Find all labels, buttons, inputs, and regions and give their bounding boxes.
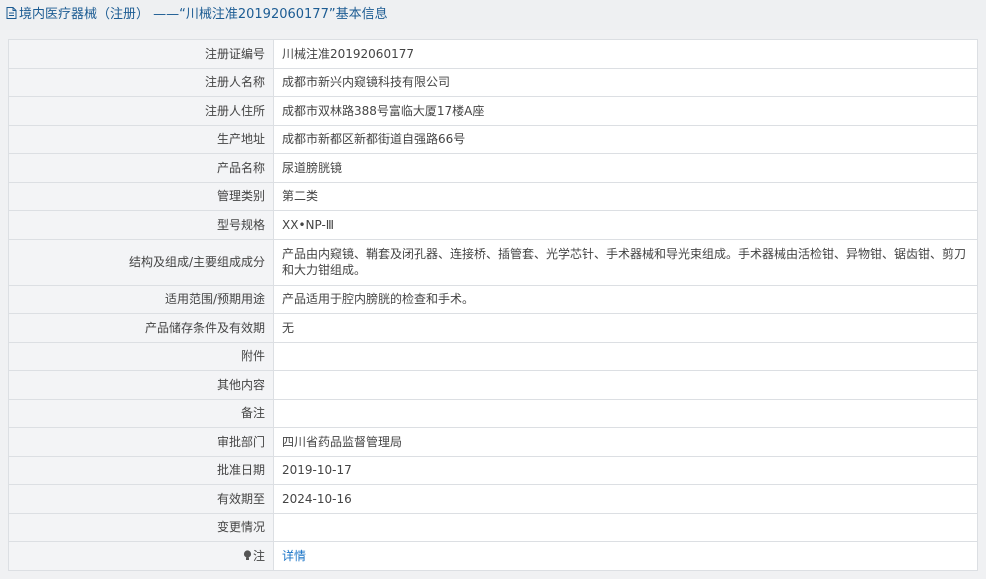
note-label-cell: 注 — [8, 541, 274, 571]
row-value: 产品适用于腔内膀胱的检查和手术。 — [273, 284, 978, 314]
row-value: XX•NP-Ⅲ — [273, 210, 978, 240]
row-label: 适用范围/预期用途 — [8, 284, 274, 314]
table-row: 产品名称 尿道膀胱镜 — [8, 153, 978, 183]
row-label: 产品储存条件及有效期 — [8, 313, 274, 343]
row-value: 尿道膀胱镜 — [273, 153, 978, 183]
table-row: 生产地址 成都市新都区新都街道自强路66号 — [8, 124, 978, 154]
row-value: 成都市新兴内窥镜科技有限公司 — [273, 67, 978, 97]
row-value: 川械注准20192060177 — [273, 39, 978, 69]
row-label: 变更情况 — [8, 512, 274, 542]
table-row: 有效期至 2024-10-16 — [8, 484, 978, 514]
note-row: 注 详情 — [8, 541, 978, 571]
row-label: 备注 — [8, 398, 274, 428]
table-row: 审批部门 四川省药品监督管理局 — [8, 427, 978, 457]
table-row: 注册证编号 川械注准20192060177 — [8, 39, 978, 69]
table-row: 型号规格 XX•NP-Ⅲ — [8, 210, 978, 240]
row-label: 生产地址 — [8, 124, 274, 154]
document-icon — [6, 7, 17, 19]
table-row: 注册人名称 成都市新兴内窥镜科技有限公司 — [8, 67, 978, 97]
table-row: 注册人住所 成都市双林路388号富临大厦17楼A座 — [8, 96, 978, 126]
row-value: 四川省药品监督管理局 — [273, 427, 978, 457]
table-row: 变更情况 — [8, 512, 978, 542]
row-label: 管理类别 — [8, 181, 274, 211]
table-row: 适用范围/预期用途 产品适用于腔内膀胱的检查和手术。 — [8, 284, 978, 314]
note-value-cell: 详情 — [273, 541, 978, 571]
row-value: 2019-10-17 — [273, 455, 978, 485]
table-row: 备注 — [8, 398, 978, 428]
row-value — [273, 341, 978, 371]
row-value: 无 — [273, 313, 978, 343]
row-label: 审批部门 — [8, 427, 274, 457]
info-table: 注册证编号 川械注准20192060177 注册人名称 成都市新兴内窥镜科技有限公司… — [8, 39, 978, 571]
lightbulb-icon — [243, 550, 252, 560]
row-value: 成都市新都区新都街道自强路66号 — [273, 124, 978, 154]
row-label: 附件 — [8, 341, 274, 371]
row-value — [273, 398, 978, 428]
row-label: 有效期至 — [8, 484, 274, 514]
table-row: 管理类别 第二类 — [8, 181, 978, 211]
row-value — [273, 512, 978, 542]
row-label: 产品名称 — [8, 153, 274, 183]
row-value — [273, 370, 978, 400]
row-label: 注册人名称 — [8, 67, 274, 97]
page-header: 境内医疗器械（注册） ——“川械注准20192060177”基本信息 — [0, 0, 986, 30]
note-label: 注 — [252, 548, 265, 563]
row-value: 2024-10-16 — [273, 484, 978, 514]
table-row: 其他内容 — [8, 370, 978, 400]
row-label: 注册人住所 — [8, 96, 274, 126]
table-row: 结构及组成/主要组成成分 产品由内窥镜、鞘套及闭孔器、连接桥、插管套、光学芯针、手… — [8, 238, 978, 286]
table-row: 批准日期 2019-10-17 — [8, 455, 978, 485]
page-title: 境内医疗器械（注册） ——“川械注准20192060177”基本信息 — [19, 7, 388, 22]
details-link[interactable]: 详情 — [282, 549, 306, 563]
table-row: 产品储存条件及有效期无 — [8, 313, 978, 343]
row-label: 结构及组成/主要组成成分 — [8, 238, 274, 286]
row-value: 产品由内窥镜、鞘套及闭孔器、连接桥、插管套、光学芯针、手术器械和导光束组成。手术… — [273, 238, 978, 286]
row-value: 成都市双林路388号富临大厦17楼A座 — [273, 96, 978, 126]
row-label: 批准日期 — [8, 455, 274, 485]
table-row: 附件 — [8, 341, 978, 371]
row-label: 型号规格 — [8, 210, 274, 240]
row-label: 注册证编号 — [8, 39, 274, 69]
row-value: 第二类 — [273, 181, 978, 211]
row-label: 其他内容 — [8, 370, 274, 400]
